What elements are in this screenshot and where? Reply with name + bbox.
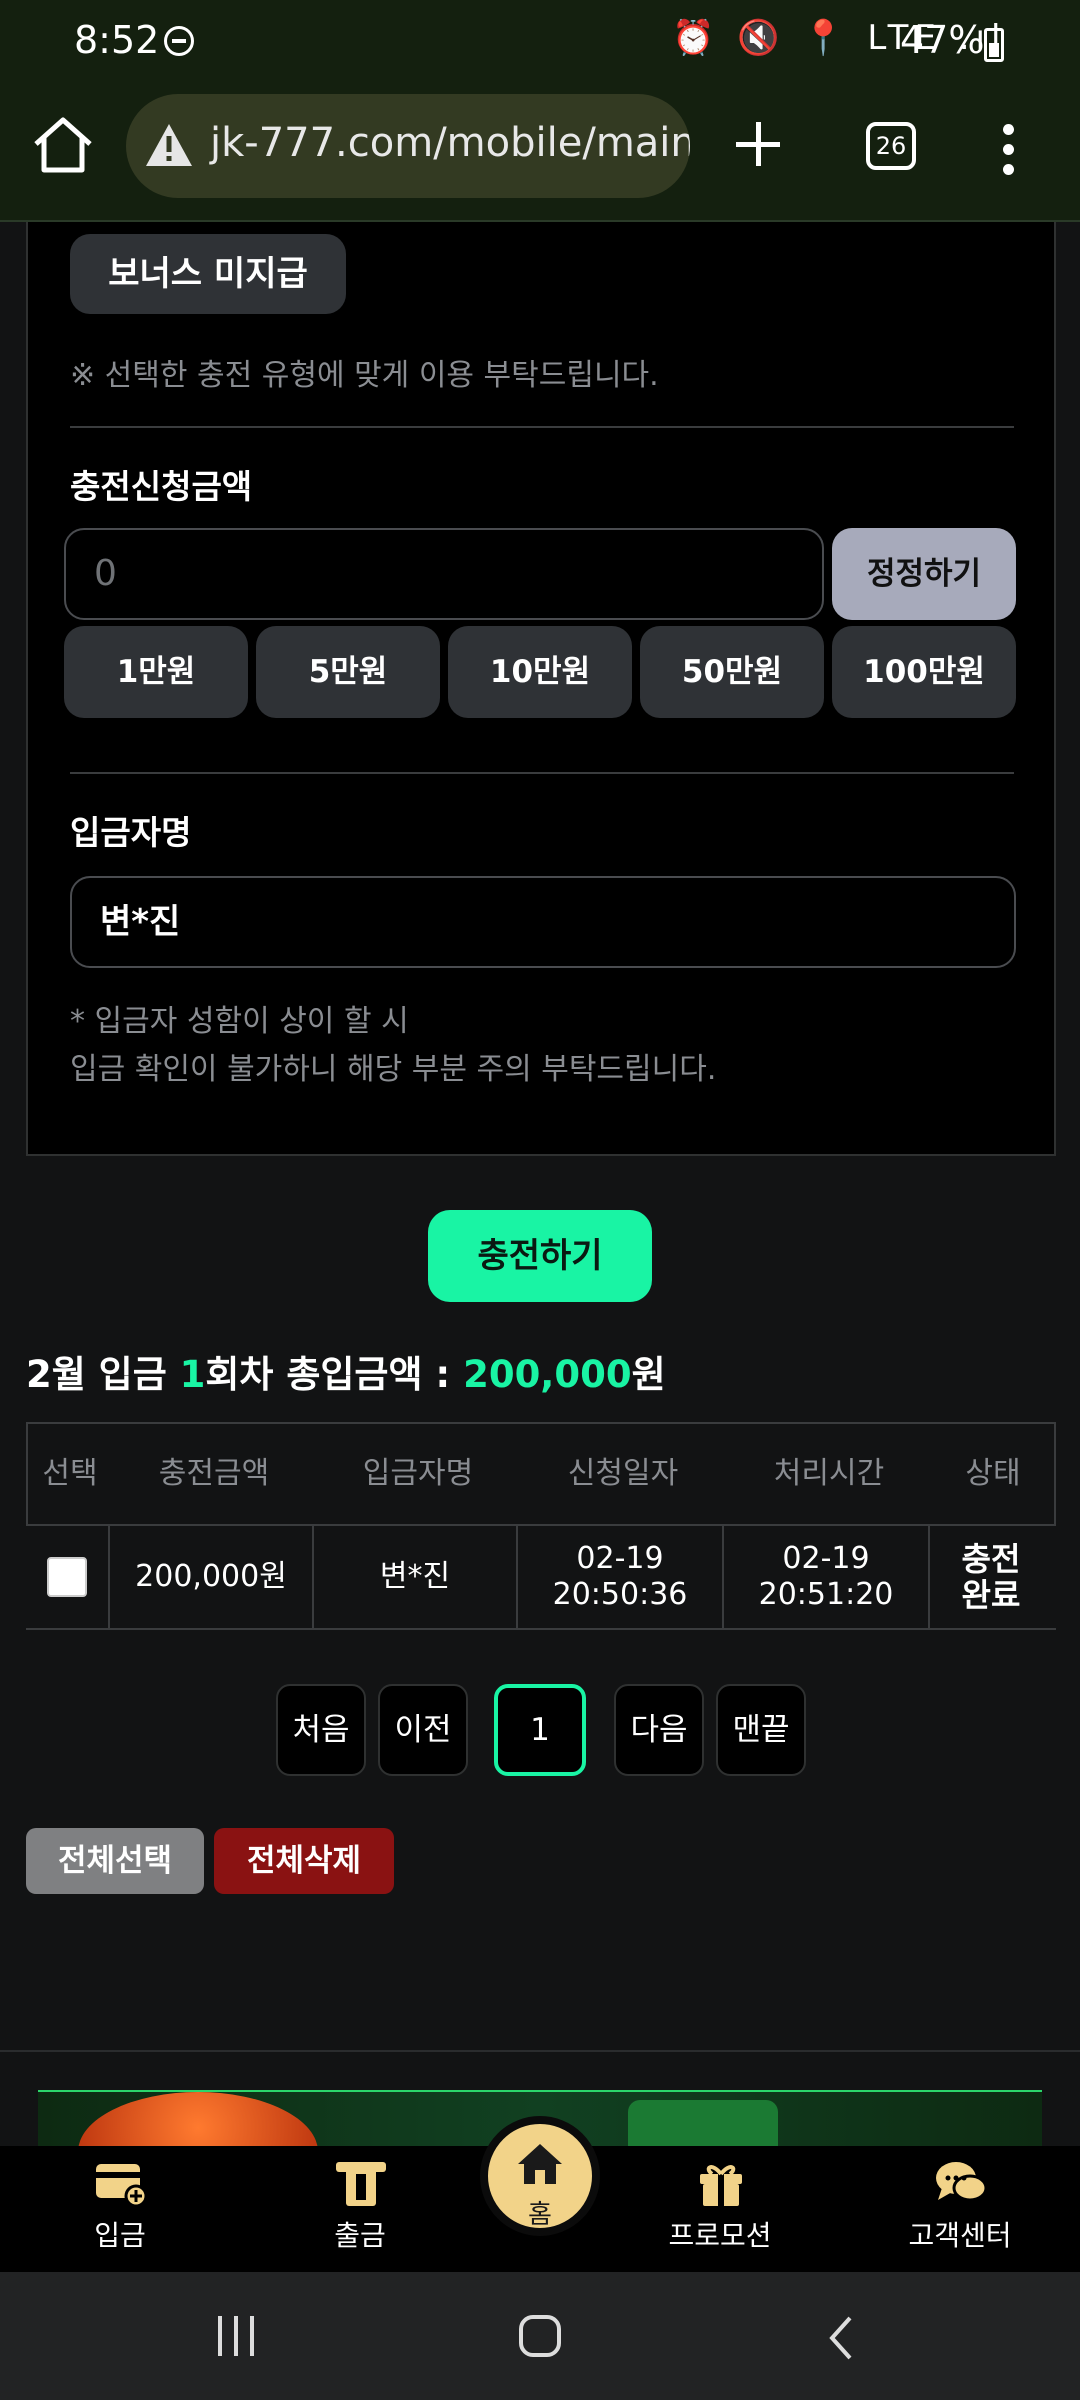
col-process-time: 처리시간 <box>773 1456 885 1491</box>
page-first-button[interactable]: 처음 <box>276 1684 366 1776</box>
nav-home-label: 홈 <box>528 2200 552 2230</box>
amount-chip-50k[interactable]: 5만원 <box>256 626 440 718</box>
summary-middle: 회차 총입금액 : <box>205 1353 464 1396</box>
depositor-note-line1: * 입금자 성함이 상이 할 시 <box>70 1004 409 1039</box>
row-depositor: 변*진 <box>314 1526 518 1628</box>
system-navigation-bar <box>0 2272 1080 2400</box>
banner-mascot-image <box>628 2100 778 2150</box>
col-status: 상태 <box>965 1456 1021 1491</box>
charge-button[interactable]: 충전하기 <box>428 1210 652 1302</box>
summary-suffix: 원 <box>631 1353 666 1396</box>
page-current-button[interactable]: 1 <box>494 1684 586 1776</box>
home-nav-icon[interactable] <box>518 2314 562 2358</box>
banner-ball-image <box>78 2092 318 2150</box>
row-checkbox[interactable] <box>47 1557 87 1597</box>
withdraw-icon <box>336 2162 386 2206</box>
summary-prefix: 2월 입금 <box>26 1353 180 1396</box>
deposit-card-icon <box>96 2164 148 2208</box>
monthly-deposit-summary: 2월 입금 1회차 총입금액 : 200,000원 <box>26 1344 666 1398</box>
url-text: jk-777.com/mobile/main/cas <box>210 120 690 166</box>
menu-icon[interactable] <box>1000 120 1016 180</box>
nav-home-button[interactable]: 홈 <box>480 2116 600 2236</box>
col-select: 선택 <box>42 1456 98 1491</box>
nav-deposit[interactable]: 입금 <box>30 2146 210 2272</box>
bonus-option-button[interactable]: 보너스 미지급 <box>70 234 346 314</box>
row-amount: 200,000원 <box>110 1526 314 1628</box>
nav-deposit-label: 입금 <box>94 2219 146 2252</box>
browser-chrome: 8:52 ⏰ 🔇 📍 LTE .ıl 47% jk-777.com/mobile… <box>0 0 1080 222</box>
home-icon[interactable] <box>30 112 96 178</box>
gift-icon <box>700 2165 742 2206</box>
nav-promotion-label: 프로모션 <box>668 2219 772 2252</box>
nav-promotion[interactable]: 프로모션 <box>630 2146 810 2272</box>
charge-type-note: ※ 선택한 충전 유형에 맞게 이용 부탁드립니다. <box>70 358 659 393</box>
amount-input[interactable]: 0 <box>64 528 824 620</box>
amount-chip-100k[interactable]: 10만원 <box>448 626 632 718</box>
depositor-name-field[interactable]: 변*진 <box>70 876 1016 968</box>
battery-icon <box>984 28 1004 62</box>
depositor-note-line2: 입금 확인이 불가하니 해당 부분 주의 부탁드립니다. <box>70 1052 717 1087</box>
row-request-datetime: 02-19 20:50:36 <box>518 1526 724 1628</box>
row-process-datetime: 02-19 20:51:20 <box>724 1526 930 1628</box>
col-request-date: 신청일자 <box>567 1456 679 1491</box>
summary-count: 1 <box>179 1353 206 1396</box>
page-last-button[interactable]: 맨끝 <box>716 1684 806 1776</box>
back-icon[interactable] <box>826 2316 856 2360</box>
new-tab-icon[interactable] <box>730 116 786 172</box>
delete-all-button[interactable]: 전체삭제 <box>214 1828 394 1894</box>
depositor-label: 입금자명 <box>70 813 192 852</box>
chat-bubble-icon <box>936 2162 988 2202</box>
amount-chip-500k[interactable]: 50만원 <box>640 626 824 718</box>
amount-label: 충전신청금액 <box>70 467 253 506</box>
amount-chip-10k[interactable]: 1만원 <box>64 626 248 718</box>
divider <box>70 426 1014 428</box>
summary-total: 200,000 <box>463 1353 632 1396</box>
row-process-time: 20:51:20 <box>758 1577 894 1612</box>
col-depositor: 입금자명 <box>362 1456 474 1491</box>
correct-button[interactable]: 정정하기 <box>832 528 1016 620</box>
status-badge: 충전 완료 <box>930 1526 1052 1628</box>
recents-icon[interactable] <box>212 2316 260 2356</box>
nav-support[interactable]: 고객센터 <box>870 2146 1050 2272</box>
url-bar[interactable]: jk-777.com/mobile/main/cas <box>126 94 690 198</box>
battery-percent: 47% <box>900 18 985 62</box>
divider <box>70 772 1014 774</box>
tab-switcher-button[interactable]: 26 <box>866 122 916 170</box>
table-row: 200,000원 변*진 02-19 20:50:36 02-19 20:51:… <box>26 1526 1056 1630</box>
row-request-date: 02-19 <box>576 1541 664 1576</box>
col-amount: 충전금액 <box>158 1456 270 1491</box>
table-header-row: 선택 충전금액 입금자명 신청일자 처리시간 상태 <box>26 1422 1056 1526</box>
dnd-icon <box>164 26 194 56</box>
home-icon <box>518 2144 562 2184</box>
nav-support-label: 고객센터 <box>908 2219 1012 2252</box>
nav-withdraw-label: 출금 <box>334 2219 386 2252</box>
row-request-time: 20:50:36 <box>552 1577 688 1612</box>
status-line2: 완료 <box>961 1576 1021 1614</box>
page-next-button[interactable]: 다음 <box>614 1684 704 1776</box>
row-select-cell <box>26 1526 110 1628</box>
status-line1: 충전 <box>961 1540 1021 1578</box>
amount-chip-1m[interactable]: 100만원 <box>832 626 1016 718</box>
warning-icon <box>146 124 192 166</box>
page-prev-button[interactable]: 이전 <box>378 1684 468 1776</box>
nav-withdraw[interactable]: 출금 <box>270 2146 450 2272</box>
select-all-button[interactable]: 전체선택 <box>26 1828 204 1894</box>
footer-divider <box>0 2050 1080 2052</box>
row-process-date: 02-19 <box>782 1541 870 1576</box>
status-time: 8:52 <box>74 18 160 62</box>
deposit-form-panel: 보너스 미지급 ※ 선택한 충전 유형에 맞게 이용 부탁드립니다. 충전신청금… <box>26 222 1056 1156</box>
